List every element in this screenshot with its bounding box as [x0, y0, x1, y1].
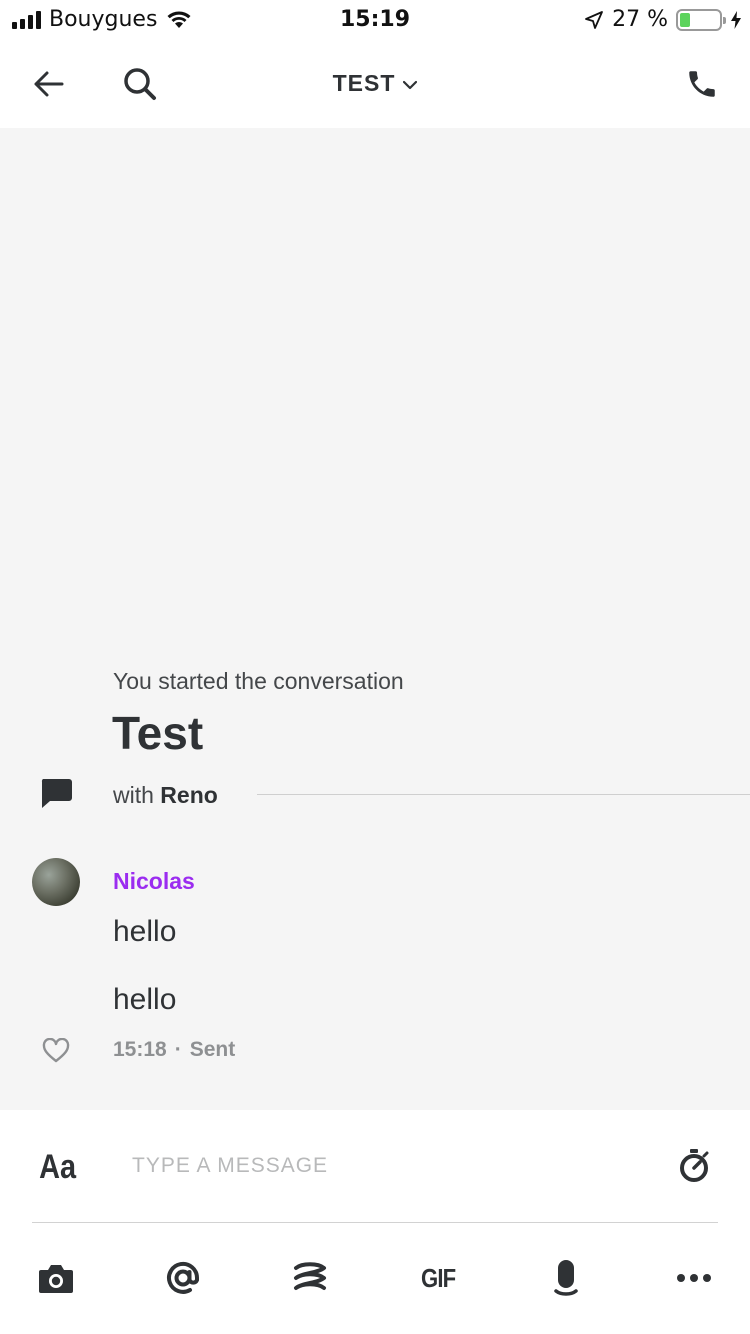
- participant-name: Reno: [160, 782, 218, 808]
- ping-button[interactable]: [288, 1258, 332, 1298]
- conversation-title: TEST: [332, 70, 396, 96]
- gif-icon: GIF: [420, 1262, 456, 1293]
- camera-icon: [39, 1265, 73, 1293]
- location-arrow-icon: [585, 10, 603, 29]
- charging-bolt-icon: [731, 10, 741, 29]
- avatar[interactable]: [32, 858, 80, 906]
- battery-percent: 27 %: [612, 7, 668, 32]
- sender-name[interactable]: Nicolas: [113, 868, 195, 895]
- divider: [257, 794, 750, 795]
- more-icon: [677, 1274, 711, 1282]
- ping-icon: [294, 1262, 326, 1290]
- mention-icon: [167, 1261, 200, 1294]
- conversation-title-dropdown[interactable]: TEST: [0, 70, 750, 97]
- message-text[interactable]: hello: [113, 983, 176, 1017]
- gif-button[interactable]: GIF: [416, 1258, 460, 1298]
- mention-button[interactable]: [161, 1258, 205, 1298]
- formatting-button[interactable]: Aa: [38, 1146, 78, 1186]
- heart-icon[interactable]: [42, 1038, 70, 1064]
- conversation-header: TEST: [0, 40, 750, 128]
- text-format-icon: Aa: [39, 1147, 76, 1186]
- phone-icon: [689, 71, 715, 97]
- meta-separator: ·: [174, 1038, 182, 1061]
- chevron-down-icon: [403, 80, 418, 90]
- battery-fill: [680, 12, 691, 27]
- conversation-bubble-icon: [41, 779, 72, 808]
- message-time: 15:18: [113, 1038, 167, 1061]
- composer-toolbar: GIF: [0, 1258, 750, 1298]
- message-text[interactable]: hello: [113, 915, 176, 949]
- message-status: Sent: [189, 1038, 236, 1061]
- microphone-icon: [554, 1260, 578, 1296]
- call-button[interactable]: [682, 64, 722, 104]
- message-input[interactable]: [132, 1148, 632, 1184]
- message-meta: 15:18 · Sent: [113, 1038, 235, 1062]
- more-button[interactable]: [672, 1258, 716, 1298]
- composer-divider: [32, 1222, 718, 1223]
- participants-line: with Reno: [113, 782, 218, 809]
- battery-icon: [676, 8, 726, 31]
- message-list[interactable]: You started the conversation Test with R…: [0, 128, 750, 1110]
- camera-button[interactable]: [34, 1258, 78, 1298]
- composer: Aa TYPE A MESSAGE GIF: [0, 1110, 750, 1334]
- format-label: Aa: [39, 1147, 76, 1186]
- conversation-name: Test: [112, 707, 204, 759]
- ephemeral-timer-button[interactable]: [676, 1148, 712, 1184]
- conversation-started-text: You started the conversation: [113, 668, 404, 694]
- voice-message-button[interactable]: [544, 1258, 588, 1298]
- participants-prefix: with: [113, 782, 154, 808]
- status-bar: Bouygues 15:19 27 %: [0, 0, 750, 40]
- status-bar-right: 27 %: [584, 7, 742, 32]
- timer-icon: [680, 1149, 709, 1182]
